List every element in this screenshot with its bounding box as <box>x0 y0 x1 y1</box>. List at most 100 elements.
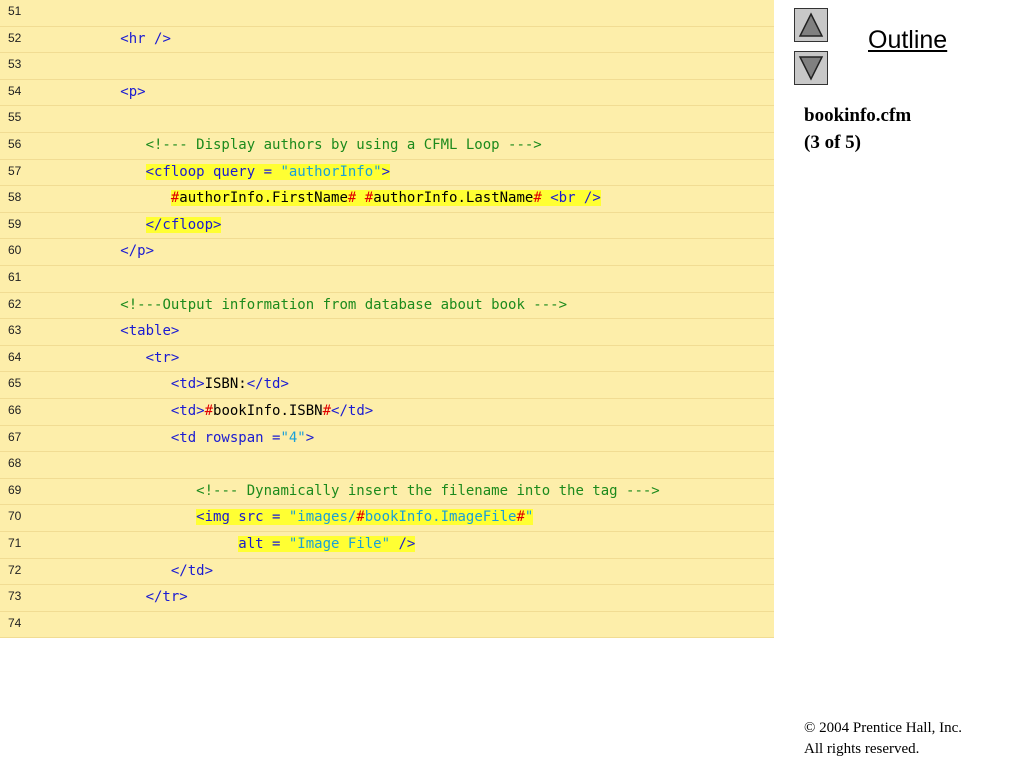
code-token: "Image File" <box>288 536 391 552</box>
code-text: <hr /> <box>36 30 171 48</box>
line-number: 56 <box>8 137 22 151</box>
code-token: # <box>533 190 542 207</box>
code-text: <!--- Display authors by using a CFML Lo… <box>36 136 542 154</box>
code-token: bookInfo.ISBN <box>213 403 323 419</box>
code-line: 71 alt = "Image File" /> <box>0 532 774 559</box>
code-token: <td> <box>170 403 205 419</box>
code-line: 56 <!--- Display authors by using a CFML… <box>0 133 774 160</box>
code-line: 72 </td> <box>0 559 774 586</box>
code-text: <p> <box>36 83 145 101</box>
line-number: 63 <box>8 323 22 338</box>
code-token: "images/ <box>288 509 357 526</box>
line-number: 61 <box>8 270 22 284</box>
code-text: <cfloop query = "authorInfo"> <box>36 163 391 181</box>
code-token: # <box>516 509 525 526</box>
line-number: 60 <box>8 243 22 258</box>
code-token: <td> <box>170 376 205 393</box>
line-number: 74 <box>8 615 22 630</box>
line-number: 58 <box>8 190 22 205</box>
file-title: bookinfo.cfm (3 of 5) <box>804 102 911 156</box>
code-text: <td>#bookInfo.ISBN#</td> <box>36 402 373 420</box>
code-token: authorInfo.FirstName <box>179 190 348 207</box>
code-line: 60 </p> <box>0 239 774 266</box>
code-token: # <box>322 403 332 419</box>
code-token: </td> <box>331 403 374 419</box>
code-token: authorInfo.LastName <box>373 190 534 207</box>
code-token: <tr> <box>145 349 180 366</box>
code-token: " <box>524 509 534 526</box>
code-token: > <box>381 163 391 180</box>
code-token: # <box>364 190 374 207</box>
code-text: #authorInfo.FirstName# #authorInfo.LastN… <box>36 189 601 207</box>
code-line: 52 <hr /> <box>0 27 774 54</box>
code-line: 74 <box>0 612 774 639</box>
code-token: <table> <box>120 323 180 340</box>
previous-slide-button[interactable] <box>794 8 828 42</box>
code-listing-panel: 51 52 <hr /> 53 54 <p> 55 56 <!--- Display au… <box>0 0 774 639</box>
code-token: </td> <box>170 562 214 579</box>
code-token: bookInfo.ImageFile <box>364 509 517 526</box>
code-token: </cfloop> <box>145 216 222 233</box>
code-line: 69 <!--- Dynamically insert the filename… <box>0 479 774 506</box>
line-number: 64 <box>8 349 22 364</box>
code-line: 54 <p> <box>0 80 774 107</box>
filename-label: bookinfo.cfm <box>804 105 912 126</box>
code-token: <!--- Display authors by using a CFML Lo… <box>145 137 542 153</box>
line-number: 57 <box>8 163 22 178</box>
code-line: 57 <cfloop query = "authorInfo"> <box>0 160 774 187</box>
line-number: 71 <box>8 536 22 550</box>
code-text: <!---Output information from database ab… <box>36 296 567 314</box>
code-token: <!--- Dynamically insert the filename in… <box>196 482 660 499</box>
code-token: <hr /> <box>120 30 171 47</box>
code-line: 73 </tr> <box>0 585 774 612</box>
code-text: <tr> <box>36 349 180 367</box>
line-number: 59 <box>8 216 22 231</box>
copyright-symbol: © <box>804 720 816 736</box>
code-line: 58 #authorInfo.FirstName# #authorInfo.La… <box>0 186 774 213</box>
code-text: </p> <box>36 242 154 260</box>
line-number: 67 <box>8 429 22 444</box>
code-line: 53 <box>0 53 774 80</box>
code-text: <table> <box>36 322 179 340</box>
code-line: 70 <img src = "images/#bookInfo.ImageFil… <box>0 505 774 532</box>
code-token: # <box>356 509 365 526</box>
line-number: 69 <box>8 482 22 497</box>
outline-link[interactable]: Outline <box>868 26 947 55</box>
line-number: 52 <box>8 30 22 45</box>
line-number: 66 <box>8 403 22 417</box>
code-token: # <box>204 403 214 419</box>
code-line: 55 <box>0 106 774 133</box>
code-text: <!--- Dynamically insert the filename in… <box>36 482 660 500</box>
line-number: 68 <box>8 456 22 471</box>
code-token: alt = <box>238 536 289 552</box>
code-line: 63 <table> <box>0 319 774 346</box>
code-line: 67 <td rowspan ="4"> <box>0 426 774 453</box>
rights-line: All rights reserved. <box>804 741 920 757</box>
triangle-down-icon <box>798 56 824 81</box>
code-text: </tr> <box>36 588 188 606</box>
code-token <box>356 190 365 207</box>
line-number: 51 <box>8 4 22 18</box>
code-line: 66 <td>#bookInfo.ISBN#</td> <box>0 399 774 426</box>
code-token: <!---Output information from database ab… <box>120 296 568 313</box>
code-text: alt = "Image File" /> <box>36 535 416 553</box>
code-text: <td>ISBN:</td> <box>36 375 289 393</box>
code-token: <cfloop query = <box>145 163 281 180</box>
code-line: 64 <tr> <box>0 346 774 373</box>
triangle-up-icon <box>798 12 824 37</box>
next-slide-button[interactable] <box>794 51 828 85</box>
code-token: <img src = <box>196 509 289 526</box>
